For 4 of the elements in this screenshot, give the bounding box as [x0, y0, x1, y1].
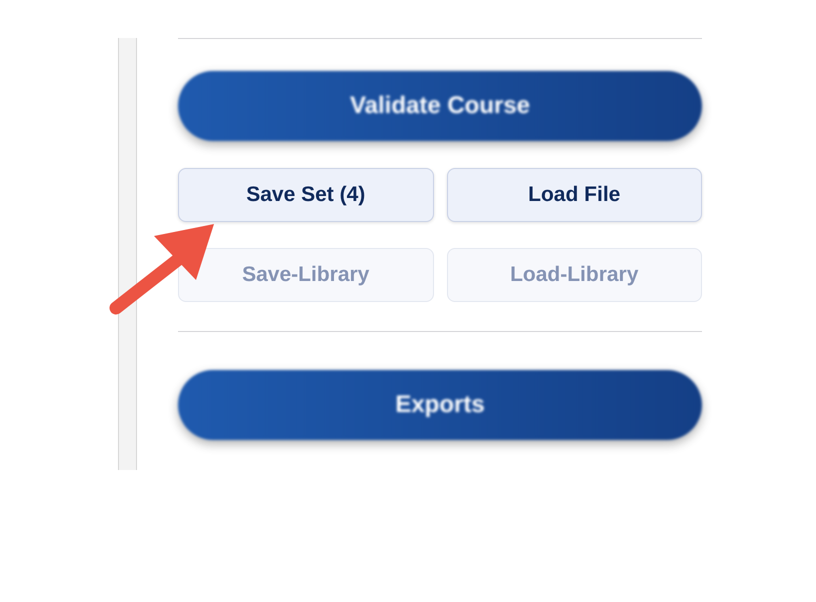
validate-course-button[interactable]: Validate Course — [178, 71, 702, 141]
file-button[interactable]: Save Set (4) — [178, 168, 434, 222]
exports-button[interactable]: Exports — [178, 370, 702, 440]
file-button[interactable]: Load File — [446, 168, 702, 222]
